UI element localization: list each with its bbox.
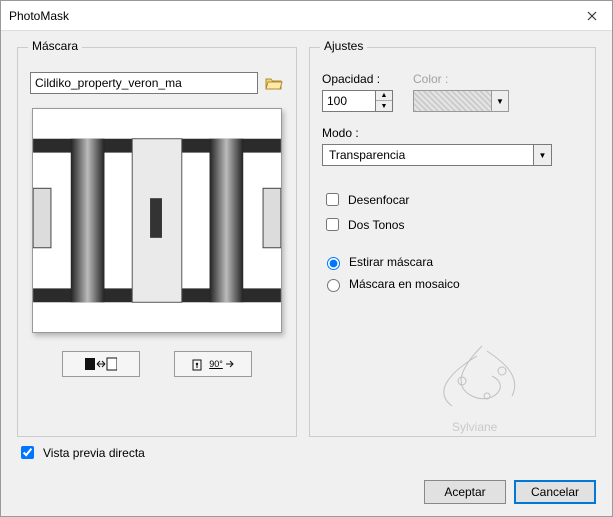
adjust-group: Ajustes Opacidad : ▲ ▼ Color : (309, 47, 596, 437)
mask-preview-image (33, 109, 281, 332)
tile-radio[interactable] (327, 279, 340, 292)
mode-label: Modo : (322, 126, 583, 140)
direct-preview-row[interactable]: Vista previa directa (17, 443, 596, 462)
rotate-deg-label: 90° (209, 359, 223, 369)
invert-mask-button[interactable] (62, 351, 140, 377)
twotone-checkbox-row[interactable]: Dos Tonos (322, 215, 583, 234)
blur-checkbox[interactable] (326, 193, 339, 206)
chevron-down-icon: ▼ (492, 91, 508, 111)
twotone-checkbox[interactable] (326, 218, 339, 231)
browse-folder-button[interactable] (264, 74, 284, 92)
opacity-label: Opacidad : (322, 72, 393, 86)
titlebar: PhotoMask (1, 1, 612, 31)
dialog-window: PhotoMask Máscara (0, 0, 613, 517)
direct-preview-checkbox[interactable] (21, 446, 34, 459)
blur-label: Desenfocar (348, 193, 409, 207)
direct-preview-label: Vista previa directa (43, 446, 145, 460)
tile-label: Máscara en mosaico (349, 277, 460, 291)
adjust-legend: Ajustes (320, 39, 367, 53)
twotone-label: Dos Tonos (348, 218, 404, 232)
folder-open-icon (265, 76, 283, 90)
ok-button[interactable]: Aceptar (424, 480, 506, 504)
tile-radio-row[interactable]: Máscara en mosaico (322, 276, 583, 292)
rotate-mask-button[interactable]: 90° (174, 351, 252, 377)
mask-group: Máscara (17, 47, 297, 437)
opacity-spin-down[interactable]: ▼ (376, 101, 392, 111)
mode-value[interactable] (322, 144, 534, 166)
blur-checkbox-row[interactable]: Desenfocar (322, 190, 583, 209)
stretch-label: Estirar máscara (349, 255, 433, 269)
color-swatch-preview (414, 91, 492, 111)
close-button[interactable] (572, 1, 612, 31)
cancel-button[interactable]: Cancelar (514, 480, 596, 504)
opacity-spin-up[interactable]: ▲ (376, 91, 392, 101)
mask-legend: Máscara (28, 39, 82, 53)
stretch-radio-row[interactable]: Estirar máscara (322, 254, 583, 270)
opacity-input[interactable] (322, 90, 376, 112)
color-label: Color : (413, 72, 509, 86)
rotate-icon (191, 356, 207, 372)
invert-icon (85, 356, 117, 372)
mode-combobox[interactable]: ▼ (322, 144, 552, 166)
mask-preview (32, 108, 282, 333)
color-picker[interactable]: ▼ (413, 90, 509, 112)
close-icon (587, 11, 597, 21)
window-title: PhotoMask (9, 9, 572, 23)
color-field: Color : ▼ (413, 72, 509, 112)
opacity-field: Opacidad : ▲ ▼ (322, 72, 393, 112)
stretch-radio[interactable] (327, 257, 340, 270)
chevron-down-icon: ▼ (534, 144, 552, 166)
mask-filename-input[interactable] (30, 72, 258, 94)
arrow-right-icon (225, 359, 235, 369)
